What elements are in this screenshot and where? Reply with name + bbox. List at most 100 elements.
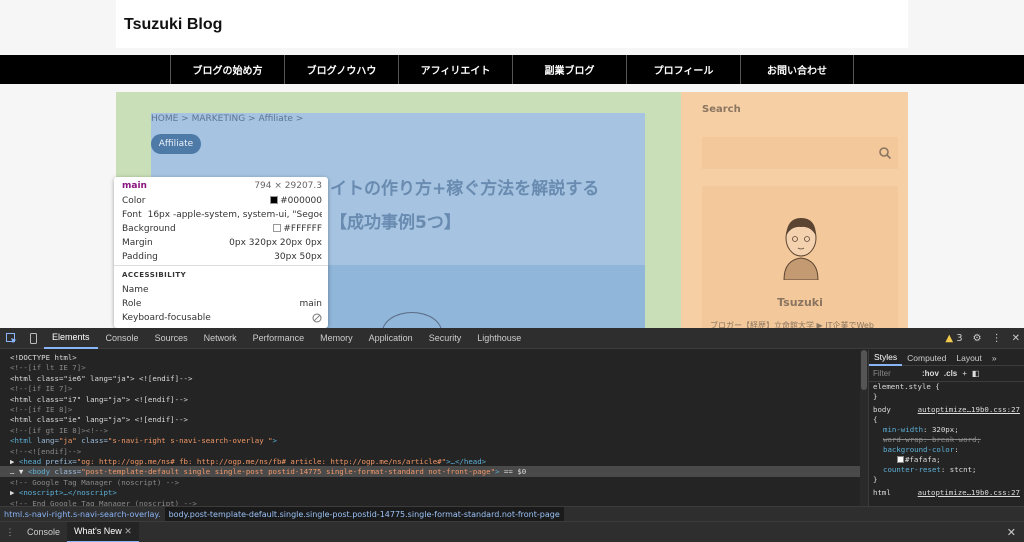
warnings-indicator[interactable]: ▲ 3	[945, 333, 962, 344]
dom-node[interactable]: ▶ <head prefix="og: http://ogp.me/ns# fb…	[0, 456, 860, 467]
more-tabs-icon[interactable]: »	[987, 350, 1002, 366]
nav-item-profile[interactable]: プロフィール	[626, 55, 740, 84]
tab-network[interactable]: Network	[196, 328, 245, 349]
tooltip-background: #FFFFFF	[273, 224, 322, 234]
add-rule-icon[interactable]: +	[962, 369, 967, 378]
article-title-line1: イトの作り方+稼ぐ方法を解説する	[330, 179, 600, 199]
gear-icon[interactable]: ⚙	[973, 333, 982, 344]
tooltip-color-value: #000000	[280, 196, 322, 206]
dom-node[interactable]: <!-- End Google Tag Manager (noscript) -…	[0, 498, 860, 506]
inspect-element-icon[interactable]	[0, 328, 22, 349]
tab-elements[interactable]: Elements	[44, 328, 98, 349]
close-tab-icon[interactable]: ✕	[124, 526, 132, 537]
dom-node[interactable]: <!-- Google Tag Manager (noscript) -->	[0, 477, 860, 488]
tooltip-role-row: Role main	[122, 299, 322, 309]
article-title-line2: 【成功事例5つ】	[330, 213, 461, 233]
sidebar-search-input[interactable]	[702, 137, 898, 169]
search-icon[interactable]	[878, 146, 892, 160]
tab-layout[interactable]: Layout	[951, 350, 987, 366]
devtools-panel: Elements Console Sources Network Perform…	[0, 328, 1024, 542]
close-icon[interactable]: ✕	[1012, 333, 1020, 344]
breadcrumb-html[interactable]: html.s-navi-right.s-navi-search-overlay.	[0, 510, 165, 519]
site-title[interactable]: Tsuzuki Blog	[124, 16, 222, 34]
nav-item-start-blog[interactable]: ブログの始め方	[170, 55, 284, 84]
tooltip-background-value: #FFFFFF	[283, 224, 322, 234]
computed-sidebar-icon[interactable]: ◧	[972, 369, 980, 378]
code-token: <noscript>…</noscript>	[18, 488, 117, 498]
body-rule-source-link[interactable]: autoptimize…19b0.css:27	[918, 405, 1024, 415]
tooltip-dimensions: 794 × 29207.3	[254, 181, 322, 191]
close-drawer-icon[interactable]: ✕	[1007, 526, 1016, 539]
hover-state-toggle[interactable]: :hov	[922, 369, 939, 378]
dom-node[interactable]: <!--[if IE 8]>	[0, 404, 860, 415]
dom-node[interactable]: <!DOCTYPE html>	[0, 352, 860, 363]
breadcrumb-body[interactable]: body.post-template-default.single.single…	[164, 507, 564, 521]
tab-application[interactable]: Application	[361, 328, 421, 349]
drawer-tab-console[interactable]: Console	[20, 522, 67, 542]
body-rule-open: {	[873, 415, 878, 424]
html-selector[interactable]: html	[873, 488, 891, 497]
styles-filter-input[interactable]: Filter	[873, 369, 917, 378]
dom-node[interactable]: <html class="i7" lang="ja"> <![endif]-->	[0, 394, 860, 405]
prop-counter-reset[interactable]: counter-reset: stcnt;	[869, 465, 1024, 475]
profile-name: Tsuzuki	[777, 296, 823, 309]
code-token: <!-- End Google Tag Manager (noscript) -…	[10, 498, 197, 506]
prop-value: #fafafa;	[905, 455, 941, 464]
tab-sources[interactable]: Sources	[147, 328, 196, 349]
dom-node[interactable]: <html class="ie" lang="ja"> <![endif]-->	[0, 414, 860, 425]
dom-node[interactable]: <html class="ie6" lang="ja"> <![endif]--…	[0, 373, 860, 384]
nav-item-side-business[interactable]: 副業ブログ	[512, 55, 626, 84]
tooltip-margin-row: Margin 0px 320px 20px 0px	[122, 238, 322, 248]
prop-name: background-color	[883, 445, 955, 454]
html-rule-source-link[interactable]: autoptimize…19b0.css:27	[918, 488, 1024, 498]
global-nav: ブログの始め方 ブログノウハウ アフィリエイト 副業ブログ プロフィール お問い…	[0, 55, 1024, 84]
tab-memory[interactable]: Memory	[312, 328, 361, 349]
code-token: <head	[18, 457, 46, 466]
tooltip-color-label: Color	[122, 196, 146, 206]
dom-node[interactable]: <html lang="ja" class="s-navi-right s-na…	[0, 435, 860, 446]
dom-node[interactable]: <!--[if lt IE 7]>	[0, 362, 860, 373]
prop-background-color-value[interactable]: #fafafa;	[869, 455, 1024, 465]
elements-scrollbar-thumb[interactable]	[861, 350, 867, 390]
nav-item-blog-knowhow[interactable]: ブログノウハウ	[284, 55, 398, 84]
tab-styles[interactable]: Styles	[869, 350, 903, 366]
nav-item-affiliate[interactable]: アフィリエイト	[398, 55, 512, 84]
nav-item-contact[interactable]: お問い合わせ	[740, 55, 854, 84]
prop-name: word-wrap	[883, 435, 924, 444]
elements-tree[interactable]: <!DOCTYPE html> <!--[if lt IE 7]> <html cl…	[0, 350, 860, 506]
prop-word-wrap[interactable]: word-wrap: break-word;	[869, 435, 1024, 445]
tooltip-name-row: Name	[122, 285, 322, 295]
more-options-icon[interactable]: ⋮	[992, 333, 1002, 344]
element-style-rule[interactable]: element.style {	[869, 382, 1024, 392]
tooltip-margin-value: 0px 320px 20px 0px	[229, 238, 322, 248]
code-token: <!--<![endif]-->	[10, 446, 82, 456]
dom-node[interactable]: <!--[if IE 7]>	[0, 383, 860, 394]
code-token: <!-- Google Tag Manager (noscript) -->	[10, 477, 180, 487]
code-token: class=	[54, 467, 82, 477]
device-toolbar-icon[interactable]	[22, 328, 44, 349]
dom-node-selected[interactable]: … ▼ <body class="post-template-default s…	[0, 466, 860, 478]
tab-lighthouse[interactable]: Lighthouse	[469, 328, 529, 349]
prop-min-width[interactable]: min-width: 320px;	[869, 425, 1024, 435]
tooltip-background-row: Background #FFFFFF	[122, 224, 322, 234]
dom-node[interactable]: <!--[if gt IE 8]><!-->	[0, 425, 860, 436]
article-breadcrumb[interactable]: HOME > MARKETING > Affiliate >	[151, 114, 303, 124]
drawer-menu-icon[interactable]: ⋮	[0, 527, 20, 538]
prop-background-color[interactable]: background-color:	[869, 445, 1024, 455]
tooltip-divider	[114, 265, 328, 266]
tab-security[interactable]: Security	[421, 328, 470, 349]
tooltip-color-row: Color #000000	[122, 196, 322, 206]
code-token: <html class="ie6" lang="ja"> <![endif]--…	[10, 373, 193, 383]
tooltip-padding-value: 30px 50px	[274, 252, 322, 262]
drawer-tab-whats-new[interactable]: What's New ✕	[67, 521, 139, 542]
tab-computed[interactable]: Computed	[902, 350, 951, 366]
tab-performance[interactable]: Performance	[245, 328, 313, 349]
dom-node[interactable]: <!--<![endif]-->	[0, 446, 860, 457]
devtools-tabbar: Elements Console Sources Network Perform…	[0, 328, 1024, 349]
tab-console[interactable]: Console	[98, 328, 147, 349]
dom-node[interactable]: ▶ <noscript>…</noscript>	[0, 487, 860, 498]
class-toggle[interactable]: .cls	[944, 369, 957, 378]
category-badge[interactable]: Affiliate	[151, 134, 201, 154]
body-selector[interactable]: body	[873, 405, 891, 414]
color-swatch-icon[interactable]	[897, 456, 904, 463]
